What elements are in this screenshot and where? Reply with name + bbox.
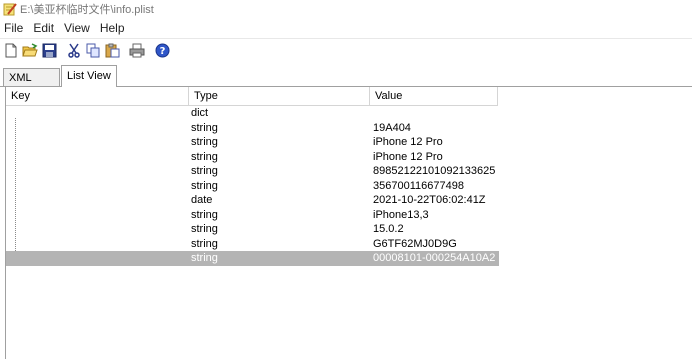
notepad-app-icon [3, 3, 17, 16]
row-type: string [191, 208, 218, 221]
column-header-value[interactable]: Value [370, 87, 498, 105]
plist-list-view[interactable]: Key Type Value Root dict Build Version s… [5, 87, 692, 359]
tree-row-selected[interactable]: Unique Identifier string 00008101-000254… [6, 251, 499, 266]
row-type: string [191, 252, 218, 264]
paste-button[interactable] [104, 42, 120, 58]
tree-row[interactable]: Serial Number string G6TF62MJ0D9G [6, 237, 499, 252]
cut-button[interactable] [66, 42, 82, 58]
tab-list-view[interactable]: List View [61, 65, 117, 87]
help-button[interactable]: ? [154, 42, 170, 58]
tree-row[interactable]: Product Version string 15.0.2 [6, 222, 499, 237]
tree-row[interactable]: Display Name string iPhone 12 Pro [6, 150, 499, 165]
paste-icon [105, 43, 119, 57]
new-file-button[interactable] [3, 42, 19, 58]
title-bar: E:\美亚杯临时文件\info.plist [0, 0, 692, 18]
help-icon: ? [155, 43, 169, 57]
svg-text:?: ? [159, 46, 165, 57]
tree-row[interactable]: ICCID string 89852122101092133625 [6, 164, 499, 179]
row-value: 2021-10-22T06:02:41Z [373, 194, 486, 206]
menu-help[interactable]: Help [95, 21, 130, 35]
menu-edit[interactable]: Edit [28, 21, 59, 35]
tree-row[interactable]: Build Version string 19A404 [6, 121, 499, 136]
row-value: iPhone13,3 [373, 208, 429, 221]
row-type: string [191, 121, 218, 134]
print-button[interactable] [129, 42, 145, 58]
row-value: 356700116677498 [373, 179, 464, 192]
cut-icon [68, 43, 80, 58]
tab-xml-view[interactable]: XML View [3, 68, 60, 102]
row-type: dict [191, 107, 209, 119]
save-icon [42, 43, 56, 57]
tree-row-root[interactable]: Root dict [6, 106, 499, 121]
row-type: date [191, 194, 213, 206]
menu-bar: File Edit View Help [0, 19, 692, 37]
window-title: E:\美亚杯临时文件\info.plist [20, 4, 154, 16]
row-type: string [191, 237, 218, 250]
menu-view[interactable]: View [59, 21, 95, 35]
row-type: string [191, 150, 218, 163]
view-tabs: XML View List View [0, 64, 692, 102]
tree-row[interactable]: Device Name string iPhone 12 Pro [6, 135, 499, 150]
row-type: string [191, 223, 218, 235]
copy-button[interactable] [85, 42, 101, 58]
row-type: string [191, 165, 218, 177]
toolbar: ? [0, 38, 692, 61]
open-folder-icon [22, 42, 38, 56]
row-value: 00008101-000254A10A2 [373, 252, 496, 264]
row-type: string [191, 136, 218, 148]
column-header-key[interactable]: Key [6, 87, 189, 105]
row-value: iPhone 12 Pro [373, 150, 443, 163]
column-header-type[interactable]: Type [189, 87, 370, 105]
column-header: Key Type Value [6, 87, 498, 106]
app-window: E:\美亚杯临时文件\info.plist File Edit View Hel… [0, 0, 692, 360]
copy-icon [86, 43, 99, 57]
tree-row[interactable]: Product Type string iPhone13,3 [6, 208, 499, 223]
menu-file[interactable]: File [0, 21, 28, 35]
row-value: 19A404 [373, 121, 411, 134]
open-button[interactable] [22, 42, 38, 58]
print-icon [129, 43, 145, 57]
row-value: 15.0.2 [373, 223, 404, 235]
tree-row[interactable]: IMEI string 356700116677498 [6, 179, 499, 194]
save-button[interactable] [41, 42, 57, 58]
row-type: string [191, 179, 218, 192]
row-value: 89852122101092133625 [373, 165, 496, 177]
row-value: G6TF62MJ0D9G [373, 237, 457, 250]
tree-row[interactable]: Last Backup Date date 2021-10-22T06:02:4… [6, 193, 499, 208]
row-value: iPhone 12 Pro [373, 136, 443, 148]
new-file-icon [5, 43, 17, 57]
tree-rows: Root dict Build Version string 19A404 De… [6, 106, 686, 266]
